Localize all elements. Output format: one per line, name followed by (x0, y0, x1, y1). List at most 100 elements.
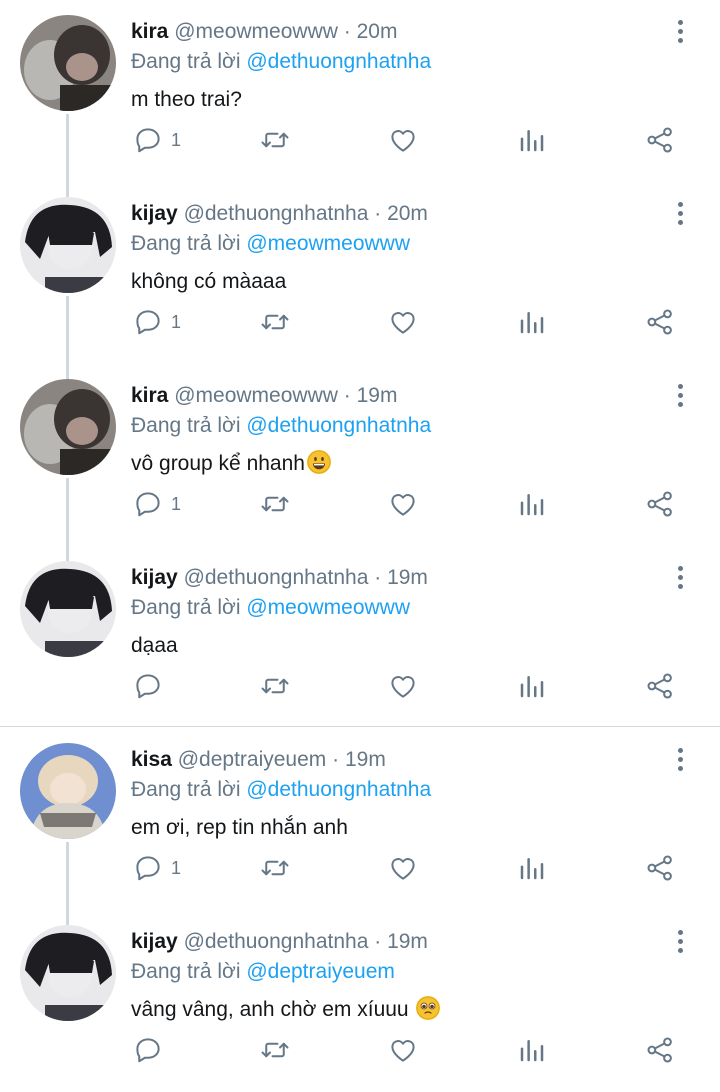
like-button[interactable] (388, 1030, 418, 1070)
mention-link[interactable]: @deptraiyeuem (246, 960, 395, 983)
tweet-text: em ơi, rep tin nhắn anh (131, 816, 348, 839)
more-vertical-icon[interactable] (670, 384, 690, 412)
analytics-button[interactable] (517, 302, 547, 342)
reply-button[interactable]: 1 (133, 302, 181, 342)
tweet-text: vô group kể nhanh (131, 452, 305, 475)
tweet[interactable]: kijay @dethuongnhatnha · 20m Đang trả lờ… (0, 182, 720, 364)
retweet-icon (261, 678, 289, 694)
replying-to-label: Đang trả lời (131, 232, 241, 255)
heart-icon (391, 1040, 415, 1062)
tweet[interactable]: kijay @dethuongnhatnha · 19m Đang trả lờ… (0, 910, 720, 1092)
username[interactable]: @dethuongnhatnha (184, 930, 369, 953)
more-vertical-icon[interactable] (670, 930, 690, 958)
tweet[interactable]: kira @meowmeowww · 20m Đang trả lời @det… (0, 0, 720, 182)
analytics-button[interactable] (517, 1030, 547, 1070)
replying-to-label: Đang trả lời (131, 960, 241, 983)
avatar[interactable] (20, 15, 116, 111)
more-vertical-icon[interactable] (670, 748, 690, 776)
action-bar (0, 666, 720, 706)
reply-button[interactable] (133, 1030, 171, 1070)
analytics-icon (520, 858, 544, 880)
analytics-button[interactable] (517, 484, 547, 524)
avatar[interactable] (20, 925, 116, 1021)
reply-icon (136, 674, 160, 699)
reply-count: 1 (171, 493, 182, 514)
pleading-emoji-icon (416, 996, 441, 1020)
analytics-button[interactable] (517, 848, 547, 888)
timestamp[interactable]: 19m (387, 566, 428, 589)
timestamp[interactable]: 19m (357, 384, 398, 407)
replying-to: Đang trả lời @meowmeowww (131, 229, 410, 259)
username[interactable]: @dethuongnhatnha (184, 566, 369, 589)
display-name[interactable]: kijay (131, 930, 178, 953)
username[interactable]: @meowmeowww (174, 20, 338, 43)
analytics-button[interactable] (517, 120, 547, 160)
share-button[interactable] (645, 120, 675, 160)
tweet-text: không có màaaa (131, 270, 287, 293)
retweet-button[interactable] (260, 666, 290, 706)
tweet-header: kijay @dethuongnhatnha · 20m (131, 199, 428, 229)
heart-icon (391, 858, 415, 880)
more-vertical-icon[interactable] (670, 202, 690, 230)
display-name[interactable]: kira (131, 20, 168, 43)
timestamp[interactable]: 19m (345, 748, 386, 771)
retweet-button[interactable] (260, 848, 290, 888)
mention-link[interactable]: @meowmeowww (246, 596, 410, 619)
replying-to-label: Đang trả lời (131, 414, 241, 437)
like-button[interactable] (388, 302, 418, 342)
display-name[interactable]: kisa (131, 748, 172, 771)
more-vertical-icon[interactable] (670, 20, 690, 48)
reply-icon (136, 856, 160, 881)
timestamp[interactable]: 20m (357, 20, 398, 43)
like-button[interactable] (388, 120, 418, 160)
avatar[interactable] (20, 197, 116, 293)
separator-dot: · (343, 20, 351, 43)
display-name[interactable]: kijay (131, 202, 178, 225)
like-button[interactable] (388, 666, 418, 706)
retweet-button[interactable] (260, 302, 290, 342)
analytics-button[interactable] (517, 666, 547, 706)
username[interactable]: @meowmeowww (174, 384, 338, 407)
mention-link[interactable]: @dethuongnhatnha (246, 50, 431, 73)
reply-icon (136, 1038, 160, 1063)
tweet[interactable]: kisa @deptraiyeuem · 19m Đang trả lời @d… (0, 728, 720, 910)
retweet-icon (261, 1042, 289, 1058)
display-name[interactable]: kijay (131, 566, 178, 589)
share-button[interactable] (645, 484, 675, 524)
share-icon (647, 127, 672, 153)
tweet-header: kisa @deptraiyeuem · 19m (131, 745, 386, 775)
timestamp[interactable]: 19m (387, 930, 428, 953)
heart-icon (391, 494, 415, 516)
more-vertical-icon[interactable] (670, 566, 690, 594)
replying-to: Đang trả lời @dethuongnhatnha (131, 775, 431, 805)
share-button[interactable] (645, 1030, 675, 1070)
like-button[interactable] (388, 484, 418, 524)
share-button[interactable] (645, 848, 675, 888)
reply-count: 1 (171, 129, 182, 150)
mention-link[interactable]: @dethuongnhatnha (246, 414, 431, 437)
reply-button[interactable]: 1 (133, 120, 181, 160)
retweet-button[interactable] (260, 120, 290, 160)
avatar[interactable] (20, 743, 116, 839)
tweet[interactable]: kijay @dethuongnhatnha · 19m Đang trả lờ… (0, 546, 720, 728)
timestamp[interactable]: 20m (387, 202, 428, 225)
reply-count: 1 (171, 311, 182, 332)
tweet-text: m theo trai? (131, 88, 242, 111)
mention-link[interactable]: @meowmeowww (246, 232, 410, 255)
avatar[interactable] (20, 379, 116, 475)
avatar[interactable] (20, 561, 116, 657)
reply-button[interactable] (133, 666, 171, 706)
retweet-icon (261, 314, 289, 330)
share-button[interactable] (645, 666, 675, 706)
share-button[interactable] (645, 302, 675, 342)
reply-button[interactable]: 1 (133, 484, 181, 524)
reply-button[interactable]: 1 (133, 848, 181, 888)
retweet-button[interactable] (260, 1030, 290, 1070)
like-button[interactable] (388, 848, 418, 888)
tweet[interactable]: kira @meowmeowww · 19m Đang trả lời @det… (0, 364, 720, 546)
username[interactable]: @deptraiyeuem (178, 748, 327, 771)
display-name[interactable]: kira (131, 384, 168, 407)
retweet-button[interactable] (260, 484, 290, 524)
username[interactable]: @dethuongnhatnha (184, 202, 369, 225)
mention-link[interactable]: @dethuongnhatnha (246, 778, 431, 801)
